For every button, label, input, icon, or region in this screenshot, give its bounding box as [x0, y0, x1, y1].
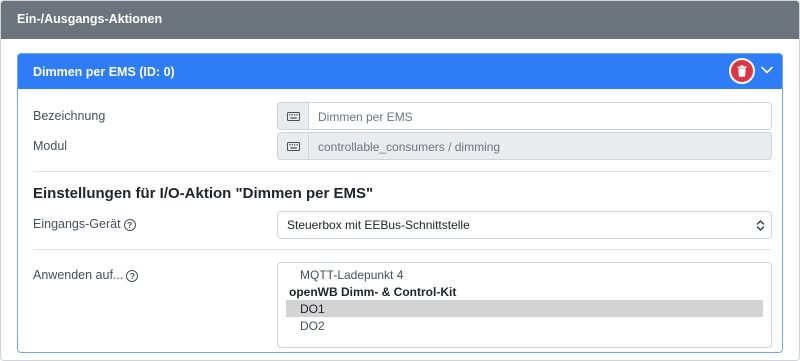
io-actions-card-header: Ein-/Ausgangs-Aktionen — [1, 1, 799, 39]
bezeichnung-label: Bezeichnung — [33, 109, 106, 123]
listbox-option[interactable]: DO2 — [286, 317, 763, 334]
input-device-label: Eingangs-Gerät? — [33, 217, 136, 231]
divider — [33, 171, 771, 172]
bezeichnung-value[interactable]: Dimmen per EMS — [309, 103, 771, 129]
listbox-option-selected[interactable]: DO1 — [286, 300, 763, 317]
divider — [33, 249, 771, 250]
chevron-down-icon[interactable] — [760, 63, 774, 77]
settings-title: Einstellungen für I/O-Aktion "Dimmen per… — [33, 185, 374, 202]
keyboard-icon — [278, 103, 309, 129]
select-arrows-icon — [756, 220, 765, 231]
bezeichnung-field[interactable]: Dimmen per EMS — [277, 102, 772, 130]
modul-field: controllable_consumers / dimming — [277, 132, 772, 160]
action-card-header[interactable]: Dimmen per EMS (ID: 0) — [18, 54, 782, 89]
question-circle-icon[interactable]: ? — [123, 219, 136, 231]
input-device-label-text: Eingangs-Gerät — [33, 217, 121, 231]
question-circle-icon[interactable]: ? — [126, 270, 139, 282]
apply-to-listbox[interactable]: MQTT-Ladepunkt 4 openWB Dimm- & Control-… — [277, 262, 772, 348]
delete-button[interactable] — [729, 58, 755, 84]
listbox-option[interactable]: MQTT-Ladepunkt 4 — [286, 266, 763, 283]
io-actions-card-title: Ein-/Ausgangs-Aktionen — [17, 12, 163, 26]
input-device-selected: Steuerbox mit EEBus-Schnittstelle — [287, 218, 470, 232]
apply-to-label: Anwenden auf...? — [33, 268, 139, 282]
apply-to-label-text: Anwenden auf... — [33, 268, 124, 282]
action-card-title: Dimmen per EMS (ID: 0) — [33, 65, 175, 79]
keyboard-icon — [278, 133, 309, 159]
listbox-optgroup: openWB Dimm- & Control-Kit — [289, 285, 457, 299]
io-actions-card: Ein-/Ausgangs-Aktionen Dimmen per EMS (I… — [0, 0, 800, 361]
modul-value: controllable_consumers / dimming — [318, 140, 501, 154]
trash-icon — [737, 65, 747, 77]
modul-label: Modul — [33, 139, 68, 153]
action-card: Dimmen per EMS (ID: 0) Bezeichnung Dimme… — [17, 53, 783, 353]
input-device-select[interactable]: Steuerbox mit EEBus-Schnittstelle — [277, 211, 772, 239]
